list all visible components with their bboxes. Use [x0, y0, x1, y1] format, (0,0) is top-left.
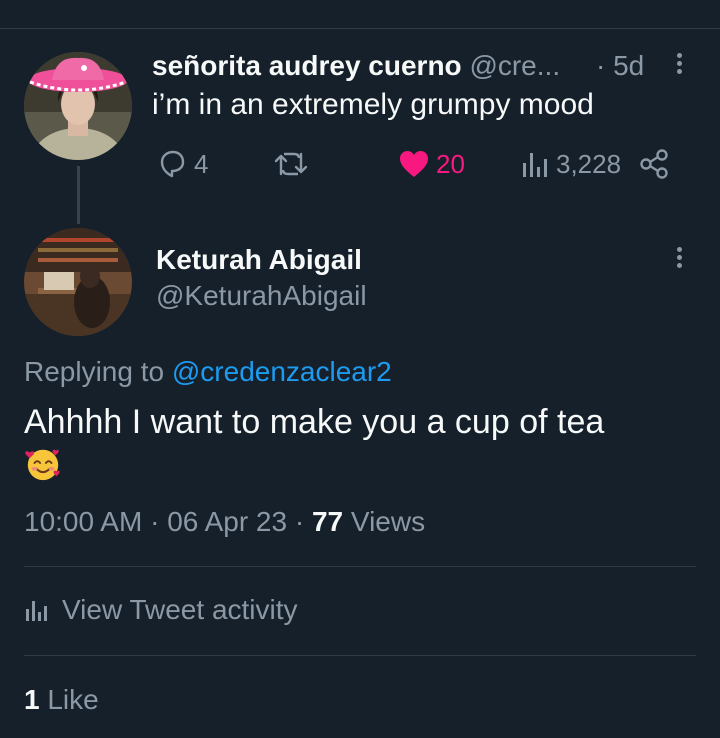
heart-icon [400, 151, 428, 177]
reply-button[interactable]: 4 [156, 146, 208, 182]
tweet-time[interactable]: 10:00 AM [24, 506, 142, 537]
smiling-face-with-hearts-icon [25, 449, 60, 481]
views-count: 77 [311, 506, 344, 537]
analytics-icon [26, 601, 47, 621]
replying-prefix: Replying to [24, 356, 165, 387]
reply-count: 4 [194, 148, 209, 179]
parent-handle[interactable]: @cre... [469, 50, 560, 81]
parent-author[interactable]: señorita audrey cuerno @cre... [152, 50, 560, 82]
tweet-text: Ahhhh I want to make you a cup of tea [24, 400, 684, 488]
view-tweet-activity-link[interactable]: View Tweet activity [24, 594, 298, 626]
parent-tweet-text: i’m in an extremely grumpy mood [152, 88, 594, 121]
activity-label: View Tweet activity [62, 594, 298, 625]
likes-label: Like [47, 684, 99, 715]
views-button[interactable]: 3,228 [520, 146, 621, 182]
share-icon [640, 149, 668, 179]
divider [24, 655, 696, 656]
like-count: 20 [436, 148, 465, 179]
likes-summary[interactable]: 1 Like [24, 684, 99, 716]
divider [24, 566, 696, 567]
parent-actions-bar: 4 20 3,228 [0, 146, 720, 182]
views-label: Views [350, 506, 426, 537]
tweet-date[interactable]: 06 Apr 23 [167, 506, 287, 537]
author-display-name[interactable]: Keturah Abigail [156, 244, 362, 276]
share-button[interactable] [638, 146, 670, 182]
parent-timestamp[interactable]: · 5d [596, 50, 644, 82]
like-button[interactable]: 20 [398, 146, 465, 182]
separator-dot: · [150, 506, 168, 537]
view-count: 3,228 [556, 148, 622, 179]
separator-dot: · [294, 506, 312, 537]
author-handle[interactable]: @KeturahAbigail [156, 280, 367, 312]
avatar[interactable] [24, 228, 132, 336]
reply-icon [160, 150, 185, 178]
retweet-button[interactable] [272, 146, 310, 182]
more-options-icon[interactable] [668, 244, 690, 278]
likes-count: 1 [24, 684, 40, 715]
replying-mention-link[interactable]: @credenzaclear2 [172, 356, 392, 387]
views-icon [523, 153, 547, 177]
avatar[interactable] [24, 52, 132, 160]
parent-display-name[interactable]: señorita audrey cuerno [152, 50, 462, 81]
tweet-metadata: 10:00 AM · 06 Apr 23 · 77 Views [24, 506, 425, 538]
replying-to: Replying to @credenzaclear2 [24, 356, 392, 388]
more-options-icon[interactable] [668, 50, 690, 84]
top-divider [0, 28, 720, 29]
retweet-icon [274, 152, 308, 176]
tweet-body: Ahhhh I want to make you a cup of tea [24, 403, 605, 441]
